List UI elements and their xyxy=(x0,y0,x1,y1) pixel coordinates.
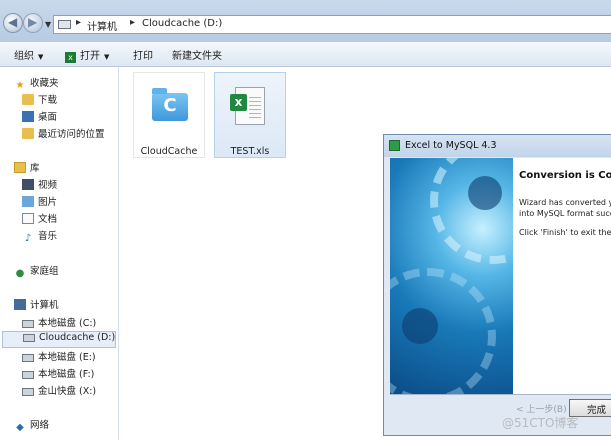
open-button[interactable]: x 打开 ▼ xyxy=(65,47,109,63)
explorer-titlebar: ◀ ▶ ▼ ▸ 计算机 ▸ Cloudcache (D:) xyxy=(0,0,611,42)
nav-label: 图片 xyxy=(38,197,58,208)
chevron-down-icon: ▼ xyxy=(104,53,110,61)
gear-banner-image xyxy=(390,158,513,394)
nav-label: 本地磁盘 (F:) xyxy=(38,369,95,380)
nav-label: 库 xyxy=(30,163,40,174)
organize-button[interactable]: 组织 ▼ xyxy=(14,47,43,62)
nav-computer[interactable]: 计算机 xyxy=(14,297,59,313)
command-toolbar: 组织 ▼ x 打开 ▼ 打印 新建文件夹 xyxy=(0,42,611,67)
nav-item-drive-c[interactable]: 本地磁盘 (C:) xyxy=(22,315,96,331)
excel-to-mysql-dialog: Excel to MySQL 4.3 Conversion is Co Wiza… xyxy=(383,134,611,436)
nav-item-pictures[interactable]: 图片 xyxy=(22,194,57,210)
breadcrumb-separator[interactable]: ▸ xyxy=(130,17,135,28)
cloudcache-folder-icon: C xyxy=(152,88,188,121)
nav-label: 本地磁盘 (E:) xyxy=(38,352,96,363)
dialog-divider xyxy=(390,394,611,395)
nav-item-desktop[interactable]: 桌面 xyxy=(22,109,57,125)
back-button[interactable]: ◀ xyxy=(3,13,23,33)
file-name: TEST.xls xyxy=(230,146,270,157)
nav-item-drive-f[interactable]: 本地磁盘 (F:) xyxy=(22,366,94,382)
dialog-title: Excel to MySQL 4.3 xyxy=(405,140,497,151)
video-icon xyxy=(22,179,34,190)
forward-button[interactable]: ▶ xyxy=(23,13,43,33)
drive-icon xyxy=(23,334,35,342)
drive-icon xyxy=(22,371,34,379)
nav-label: 金山快盘 (X:) xyxy=(38,386,97,397)
nav-label: 下载 xyxy=(38,95,58,106)
nav-label: 家庭组 xyxy=(30,266,59,277)
nav-label: 计算机 xyxy=(30,300,59,311)
dialog-heading: Conversion is Co xyxy=(519,170,611,181)
drive-icon xyxy=(58,20,71,29)
library-icon xyxy=(14,162,26,173)
address-bar[interactable]: ▸ 计算机 ▸ Cloudcache (D:) xyxy=(53,15,611,34)
nav-label: 文档 xyxy=(38,214,58,225)
nav-label: 最近访问的位置 xyxy=(38,129,105,140)
nav-label: 音乐 xyxy=(38,231,58,242)
nav-item-videos[interactable]: 视频 xyxy=(22,177,57,193)
nav-item-drive-d[interactable]: Cloudcache (D:) xyxy=(2,331,116,348)
dialog-text-line: Wizard has converted you xyxy=(519,198,611,207)
nav-network[interactable]: ◆ 网络 xyxy=(14,417,49,433)
file-cloudcache-folder[interactable]: C CloudCache xyxy=(133,72,205,158)
file-test-xls[interactable]: x TEST.xls xyxy=(214,72,286,158)
nav-label: Cloudcache (D:) xyxy=(39,332,116,343)
recent-places-icon xyxy=(22,128,34,139)
network-icon: ◆ xyxy=(16,422,24,433)
dialog-text-line: into MySQL format succes xyxy=(519,209,611,218)
breadcrumb-computer[interactable]: 计算机 xyxy=(87,18,117,33)
dialog-text-line: Click 'Finish' to exit the wiz xyxy=(519,228,611,237)
watermark-text: @51CTO博客 xyxy=(502,416,579,430)
nav-label: 本地磁盘 (C:) xyxy=(38,318,97,329)
download-folder-icon xyxy=(22,94,34,105)
nav-favorites[interactable]: ★ 收藏夹 xyxy=(14,75,59,91)
breadcrumb-drive-d[interactable]: Cloudcache (D:) xyxy=(142,18,222,29)
breadcrumb-separator[interactable]: ▸ xyxy=(76,17,81,28)
chevron-down-icon: ▼ xyxy=(38,53,44,61)
open-label: 打开 xyxy=(80,51,100,62)
back-arrow-icon: ◀ xyxy=(8,15,18,29)
new-folder-button[interactable]: 新建文件夹 xyxy=(172,47,222,62)
excel-file-icon: x xyxy=(230,87,265,125)
desktop-icon xyxy=(22,111,34,122)
nav-homegroup[interactable]: ● 家庭组 xyxy=(14,263,59,279)
nav-label: 桌面 xyxy=(38,112,58,123)
excel-icon: x xyxy=(65,52,76,63)
nav-item-music[interactable]: ♪ 音乐 xyxy=(22,228,57,244)
forward-arrow-icon: ▶ xyxy=(28,15,38,29)
drive-icon xyxy=(22,354,34,362)
print-button[interactable]: 打印 xyxy=(133,47,153,62)
nav-libraries[interactable]: 库 xyxy=(14,160,40,176)
nav-item-recent-places[interactable]: 最近访问的位置 xyxy=(22,126,105,142)
star-icon: ★ xyxy=(15,80,25,91)
nav-label: 收藏夹 xyxy=(30,78,59,89)
music-note-icon: ♪ xyxy=(24,233,32,244)
dialog-content-panel: Conversion is Co Wizard has converted yo… xyxy=(513,158,611,394)
navigation-pane: ★ 收藏夹 下载 桌面 最近访问的位置 库 视频 图片 文档 ♪ 音乐 ● 家庭组 计… xyxy=(0,67,119,440)
cloud-drive-icon xyxy=(22,388,34,396)
computer-icon xyxy=(14,299,26,310)
document-icon xyxy=(22,213,34,224)
dialog-titlebar[interactable]: Excel to MySQL 4.3 xyxy=(384,135,611,157)
nav-item-documents[interactable]: 文档 xyxy=(22,211,57,227)
recent-pages-dropdown-icon[interactable]: ▼ xyxy=(45,20,51,29)
nav-item-drive-x[interactable]: 金山快盘 (X:) xyxy=(22,383,96,399)
file-name: CloudCache xyxy=(140,146,198,157)
nav-item-drive-e[interactable]: 本地磁盘 (E:) xyxy=(22,349,96,365)
nav-label: 网络 xyxy=(30,420,50,431)
homegroup-icon: ● xyxy=(15,268,25,279)
nav-label: 视频 xyxy=(38,180,58,191)
organize-label: 组织 xyxy=(14,51,34,62)
nav-item-downloads[interactable]: 下载 xyxy=(22,92,57,108)
picture-icon xyxy=(22,196,34,207)
drive-icon xyxy=(22,320,34,328)
app-icon xyxy=(389,140,400,151)
